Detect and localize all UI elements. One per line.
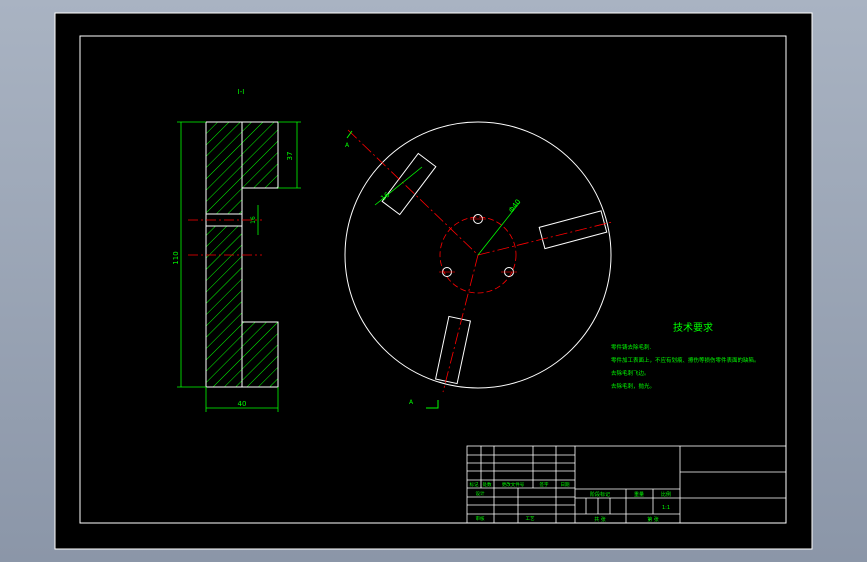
dim-height-text: 110 xyxy=(172,251,180,264)
dim-width-text: 40 xyxy=(238,400,247,408)
tb-stage-label: 阶段标记 xyxy=(590,491,610,498)
tb-sheet-label: 共 张 xyxy=(594,516,606,523)
tb-date-label: 日期 xyxy=(561,482,570,488)
sheet-background xyxy=(54,12,813,550)
section-hatch-lower-left xyxy=(206,226,242,387)
tb-count-label: 处数 xyxy=(483,481,492,488)
tech-req-line-1: 零件铸去除毛刺. xyxy=(611,343,652,351)
dim-top-step-text: 37 xyxy=(286,152,294,161)
tb-weight-label: 重量 xyxy=(634,491,644,498)
tech-req-line-4: 去除毛刺，抛光。 xyxy=(611,382,655,390)
section-hatch-upper-left xyxy=(206,122,242,214)
section-label: I-I xyxy=(238,88,245,96)
tb-scale-value: 1:1 xyxy=(662,505,670,511)
cad-drawing: I-I 110 40 37 16 Φ40 16 A A 技术要求 零件铸去除毛刺… xyxy=(54,12,813,550)
tb-scale-label: 比例 xyxy=(661,491,671,498)
tech-req-title: 技术要求 xyxy=(673,321,713,334)
tb-design-label: 设计 xyxy=(476,490,485,497)
tech-req-line-2: 零件加工表面上，不应有划痕、擦伤等损伤零件表面的缺陷。 xyxy=(611,356,760,364)
tb-process-label: 工艺 xyxy=(526,516,535,522)
tb-page-label: 第 张 xyxy=(647,516,659,523)
section-hatch-upper-right xyxy=(242,122,278,188)
tb-change-label: 更改文件号 xyxy=(502,481,525,488)
tb-mark-label: 标记 xyxy=(470,481,479,488)
tb-approve-label: 审核 xyxy=(476,515,485,522)
tech-req-line-3: 去除毛刺飞边。 xyxy=(611,369,650,377)
section-hatch-lower-right xyxy=(242,322,278,387)
dim-slot-text: 16 xyxy=(250,216,257,224)
tb-sign-label: 签字 xyxy=(540,481,549,488)
cad-viewport[interactable]: I-I 110 40 37 16 Φ40 16 A A 技术要求 零件铸去除毛刺… xyxy=(0,0,867,562)
